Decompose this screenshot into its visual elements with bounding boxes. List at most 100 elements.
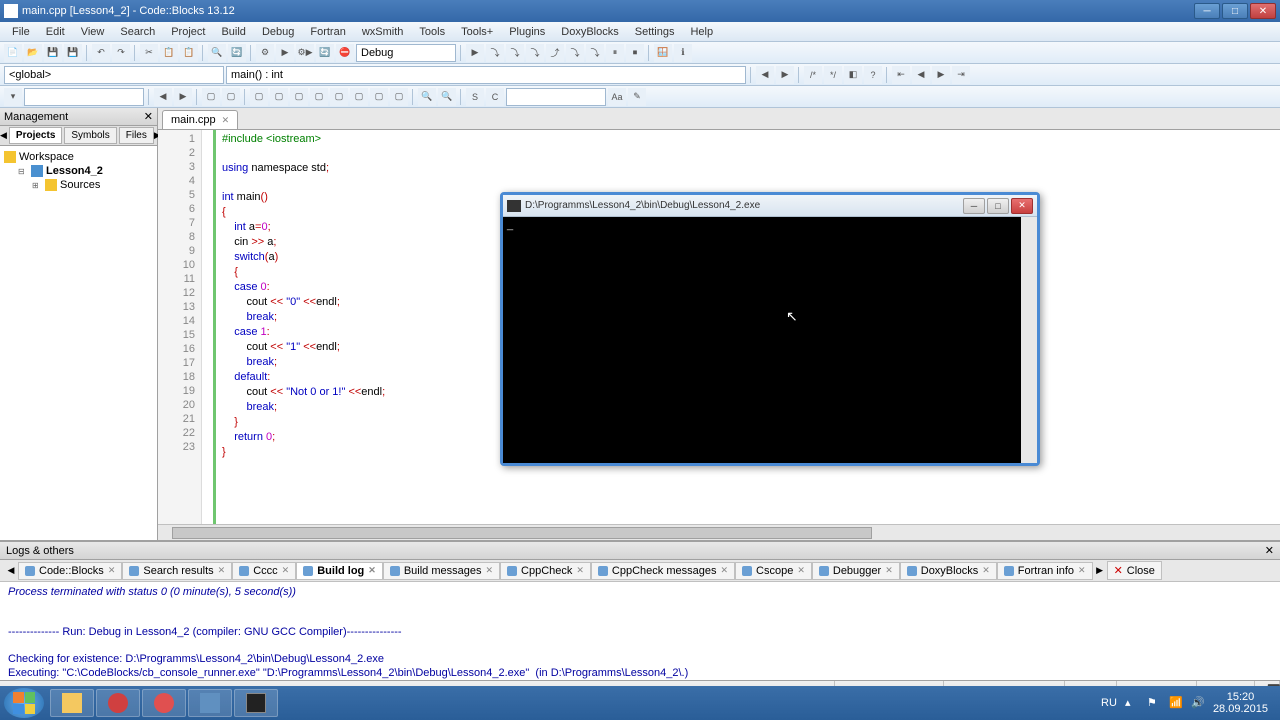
menu-help[interactable]: Help	[682, 24, 721, 40]
zoom-in-icon[interactable]: 🔍	[438, 88, 456, 106]
log-tab-close[interactable]: ✕Close	[1107, 561, 1162, 580]
mgmt-tab-files[interactable]: Files	[119, 127, 154, 144]
ext-combo2[interactable]	[506, 88, 606, 106]
tray-flag-icon[interactable]: ⚑	[1147, 696, 1161, 710]
console-maximize[interactable]: □	[987, 198, 1009, 214]
scope-combo[interactable]: <global>	[4, 66, 224, 84]
menu-plugins[interactable]: Plugins	[501, 24, 553, 40]
console-body[interactable]: _	[503, 217, 1037, 463]
menu-edit[interactable]: Edit	[38, 24, 73, 40]
ext2-icon[interactable]: ◀	[154, 88, 172, 106]
b1-icon[interactable]: ▢	[250, 88, 268, 106]
hl-icon[interactable]: ✎	[628, 88, 646, 106]
open-icon[interactable]: 📂	[24, 44, 42, 62]
log-tab-cscope[interactable]: Cscope✕	[735, 562, 812, 580]
start-button[interactable]	[4, 688, 44, 718]
zoom-out-icon[interactable]: 🔍	[418, 88, 436, 106]
editor-tab-main[interactable]: main.cpp ✕	[162, 110, 238, 129]
minimize-button[interactable]: ─	[1194, 3, 1220, 19]
jump-next-icon[interactable]: ▶	[932, 66, 950, 84]
sel2-icon[interactable]: ▢	[222, 88, 240, 106]
console-scrollbar[interactable]	[1021, 217, 1037, 463]
task-console[interactable]	[234, 689, 278, 717]
ext1-icon[interactable]: ▾	[4, 88, 22, 106]
step-out-icon[interactable]: ⤴	[546, 44, 564, 62]
task-opera[interactable]	[96, 689, 140, 717]
tray-net-icon[interactable]: 📶	[1169, 696, 1183, 710]
doxy1-icon[interactable]: /*	[804, 66, 822, 84]
debug-continue-icon[interactable]: ⤵	[486, 44, 504, 62]
log-tab-search[interactable]: Search results✕	[122, 562, 232, 580]
menu-fortran[interactable]: Fortran	[302, 24, 353, 40]
c-icon[interactable]: C	[486, 88, 504, 106]
console-window[interactable]: D:\Programms\Lesson4_2\bin\Debug\Lesson4…	[500, 192, 1040, 466]
menu-file[interactable]: File	[4, 24, 38, 40]
logs-tab-prev[interactable]: ◀	[4, 565, 18, 576]
save-all-icon[interactable]: 💾	[64, 44, 82, 62]
task-explorer[interactable]	[50, 689, 94, 717]
log-tab-cccc[interactable]: Cccc✕	[232, 562, 296, 580]
log-tab-cppcheck[interactable]: CppCheck✕	[500, 562, 591, 580]
rebuild-icon[interactable]: 🔄	[316, 44, 334, 62]
nav-back-icon[interactable]: ◀	[756, 66, 774, 84]
replace-icon[interactable]: 🔄	[228, 44, 246, 62]
tray-lang[interactable]: RU	[1101, 697, 1117, 709]
jump-fwd-icon[interactable]: ⇥	[952, 66, 970, 84]
b6-icon[interactable]: ▢	[350, 88, 368, 106]
s-icon[interactable]: S	[466, 88, 484, 106]
mgmt-close-icon[interactable]: ✕	[144, 110, 153, 123]
tray-clock[interactable]: 15:20 28.09.2015	[1213, 691, 1268, 715]
b5-icon[interactable]: ▢	[330, 88, 348, 106]
menu-doxyblocks[interactable]: DoxyBlocks	[553, 24, 626, 40]
mgmt-tab-projects[interactable]: Projects	[9, 127, 62, 144]
jump-prev-icon[interactable]: ◀	[912, 66, 930, 84]
logs-close-icon[interactable]: ✕	[1265, 544, 1274, 557]
doxy3-icon[interactable]: ◧	[844, 66, 862, 84]
menu-toolsplus[interactable]: Tools+	[453, 24, 501, 40]
close-button[interactable]: ✕	[1250, 3, 1276, 19]
log-tab-debugger[interactable]: Debugger✕	[812, 562, 900, 580]
doxy2-icon[interactable]: */	[824, 66, 842, 84]
find-icon[interactable]: 🔍	[208, 44, 226, 62]
paste-icon[interactable]: 📋	[180, 44, 198, 62]
abort-icon[interactable]: ⛔	[336, 44, 354, 62]
tray-up-icon[interactable]: ▴	[1125, 696, 1139, 710]
debug-start-icon[interactable]: ▶	[466, 44, 484, 62]
log-tab-codeblocks[interactable]: Code::Blocks✕	[18, 562, 122, 580]
b4-icon[interactable]: ▢	[310, 88, 328, 106]
log-content[interactable]: Process terminated with status 0 (0 minu…	[0, 582, 1280, 680]
task-opera2[interactable]	[142, 689, 186, 717]
next-instr-icon[interactable]: ⤵	[566, 44, 584, 62]
new-file-icon[interactable]: 📄	[4, 44, 22, 62]
info-icon[interactable]: ℹ	[674, 44, 692, 62]
console-titlebar[interactable]: D:\Programms\Lesson4_2\bin\Debug\Lesson4…	[503, 195, 1037, 217]
console-close[interactable]: ✕	[1011, 198, 1033, 214]
copy-icon[interactable]: 📋	[160, 44, 178, 62]
jump-back-icon[interactable]: ⇤	[892, 66, 910, 84]
build-run-icon[interactable]: ⚙▶	[296, 44, 314, 62]
menu-search[interactable]: Search	[112, 24, 163, 40]
b7-icon[interactable]: ▢	[370, 88, 388, 106]
stop-debug-icon[interactable]: ⏹	[626, 44, 644, 62]
tab-close-icon[interactable]: ✕	[222, 115, 230, 126]
menu-build[interactable]: Build	[213, 24, 253, 40]
doxy4-icon[interactable]: ?	[864, 66, 882, 84]
expand-icon[interactable]: ⊟	[18, 167, 28, 176]
build-target-combo[interactable]: Debug	[356, 44, 456, 62]
menu-wxsmith[interactable]: wxSmith	[354, 24, 412, 40]
fold-column[interactable]	[202, 130, 216, 524]
mgmt-tab-prev[interactable]: ◀	[0, 130, 7, 141]
ext3-icon[interactable]: ▶	[174, 88, 192, 106]
build-icon[interactable]: ⚙	[256, 44, 274, 62]
tray-vol-icon[interactable]: 🔊	[1191, 696, 1205, 710]
editor-hscroll[interactable]	[158, 524, 1280, 540]
log-tab-fortran[interactable]: Fortran info✕	[997, 562, 1093, 580]
b8-icon[interactable]: ▢	[390, 88, 408, 106]
log-tab-doxy[interactable]: DoxyBlocks✕	[900, 562, 997, 580]
save-icon[interactable]: 💾	[44, 44, 62, 62]
menu-debug[interactable]: Debug	[254, 24, 302, 40]
break-icon[interactable]: ⏸	[606, 44, 624, 62]
tree-workspace[interactable]: Workspace	[4, 150, 153, 164]
aa-icon[interactable]: Aa	[608, 88, 626, 106]
step-into-icon[interactable]: ⤵	[526, 44, 544, 62]
